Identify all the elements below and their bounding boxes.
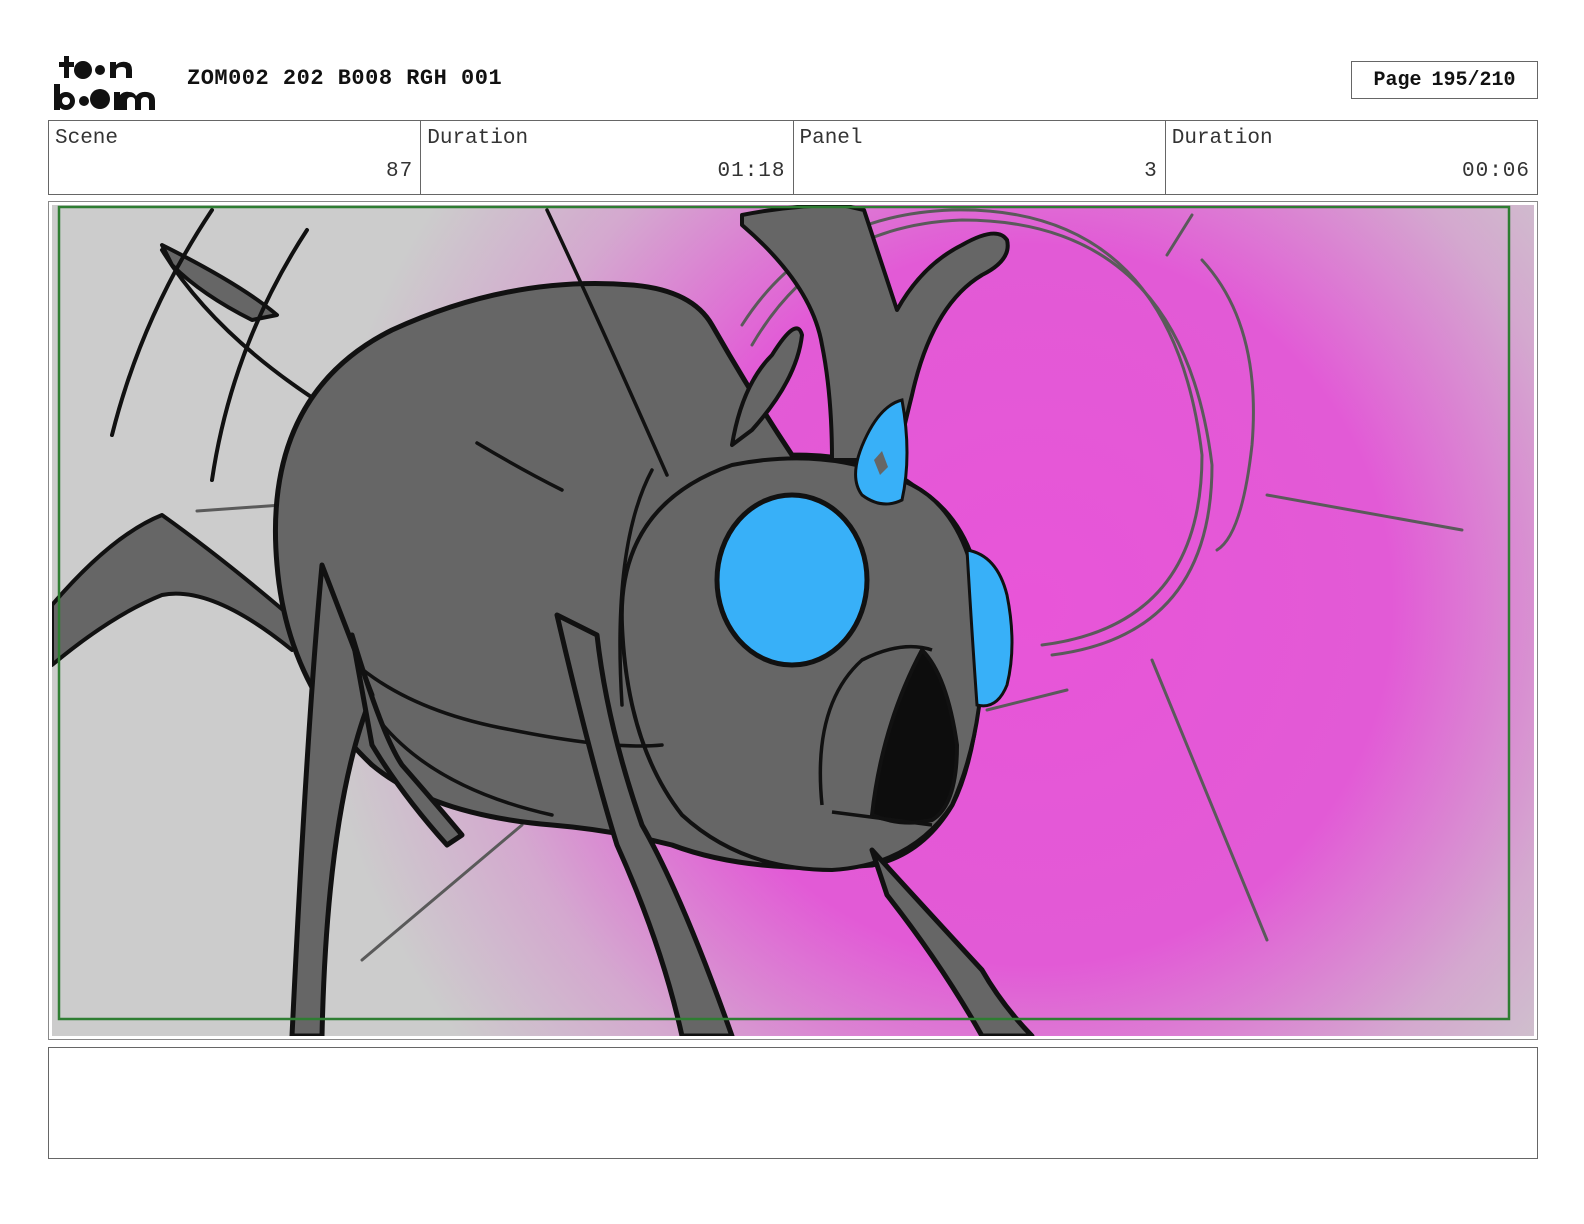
scene-label: Scene — [55, 127, 119, 150]
project-title: ZOM002 202 B008 RGH 001 — [187, 66, 503, 91]
panel-cell: Panel 3 — [792, 121, 1165, 194]
panel-value: 3 — [1144, 160, 1158, 183]
page-number: 195/210 — [1431, 68, 1516, 92]
panel-notes-box — [48, 1047, 1538, 1159]
panel-label: Panel — [799, 127, 863, 150]
scene-duration-value: 01:18 — [717, 160, 786, 183]
panel-duration-cell: Duration 00:06 — [1164, 121, 1537, 194]
scene-value: 87 — [386, 160, 414, 183]
storyboard-sketch-creature-icon — [52, 205, 1534, 1036]
panel-duration-value: 00:06 — [1461, 160, 1530, 183]
creature-eye — [714, 492, 870, 668]
page-label: Page — [1373, 68, 1422, 92]
scene-duration-cell: Duration 01:18 — [420, 121, 792, 194]
page-indicator: Page 195/210 — [1351, 61, 1538, 99]
toonboom-logo-icon — [54, 56, 155, 110]
scene-cell: Scene 87 — [49, 121, 420, 194]
panel-duration-label: Duration — [1171, 127, 1273, 150]
scene-duration-label: Duration — [427, 127, 529, 150]
scene-info-table: Scene 87 Duration 01:18 Panel 3 Duration… — [48, 120, 1538, 195]
